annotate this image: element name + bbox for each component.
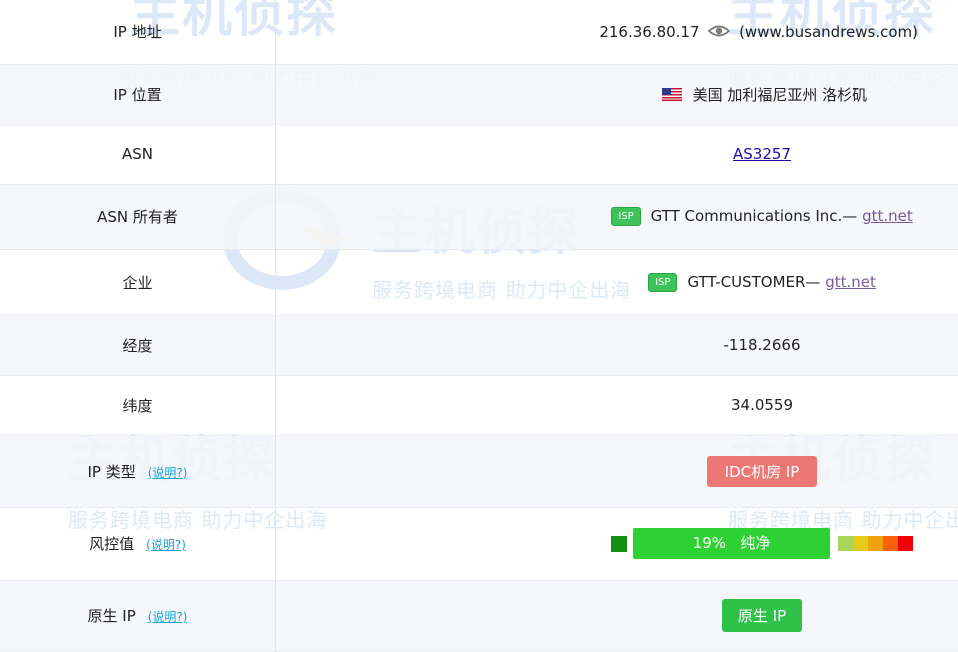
row-ip-address: IP 地址 216.36.80.17 (www.busandrews.com) [0,0,958,64]
risk-help-link[interactable]: (说明?) [146,538,186,552]
ip-address-label: IP 地址 [0,0,276,64]
ip-type-badge: IDC机房 IP [707,456,817,487]
row-risk-score: 风控值(说明?) 19% 纯净 [0,507,958,580]
enterprise-label: 企业 [0,249,276,315]
native-ip-help-link[interactable]: (说明?) [148,610,188,624]
risk-scale-segment [838,536,853,551]
asn-owner-label: ASN 所有者 [0,184,276,249]
risk-score-label: 风控值(说明?) [0,507,276,580]
ip-address-value-cell: 216.36.80.17 (www.busandrews.com) [276,0,958,64]
isp-badge: ISP [611,207,640,226]
row-ip-type: IP 类型(说明?) IDC机房 IP [0,435,958,507]
native-ip-badge: 原生 IP [722,599,802,632]
isp-badge: ISP [648,273,677,292]
asn-link[interactable]: AS3257 [733,145,791,163]
ip-info-table: IP 地址 216.36.80.17 (www.busandrews.com) … [0,0,958,652]
asn-owner-name: GTT Communications Inc.— [651,207,858,225]
enterprise-name: GTT-CUSTOMER— [687,273,820,291]
risk-score-value-cell: 19% 纯净 [276,507,958,580]
ip-location-value-cell: 美国 加利福尼亚州 洛杉矶 [276,64,958,124]
row-asn: ASN AS3257 [0,124,958,184]
ip-location-label: IP 位置 [0,64,276,124]
enterprise-domain-link[interactable]: gtt.net [825,273,876,291]
latitude-value-cell: 34.0559 [276,375,958,435]
risk-score-bar: 19% 纯净 [633,528,830,559]
row-native-ip: 原生 IP(说明?) 原生 IP [0,580,958,651]
enterprise-value-cell: ISP GTT-CUSTOMER— gtt.net [276,249,958,315]
native-ip-label: 原生 IP(说明?) [0,580,276,651]
row-ip-location: IP 位置 美国 加利福尼亚州 洛杉矶 [0,64,958,124]
longitude-value: -118.2666 [724,336,801,354]
eye-icon[interactable] [708,24,730,38]
row-latitude: 纬度 34.0559 [0,375,958,435]
latitude-value: 34.0559 [731,396,793,414]
risk-score-status: 纯净 [740,534,770,552]
longitude-label: 经度 [0,315,276,375]
longitude-value-cell: -118.2666 [276,315,958,375]
ip-hostname: (www.busandrews.com) [739,23,918,41]
ip-type-help-link[interactable]: (说明?) [148,466,188,480]
us-flag-icon [662,88,682,101]
risk-scale-segment [868,536,883,551]
risk-meter: 19% 纯净 [611,528,913,559]
asn-owner-value-cell: ISP GTT Communications Inc.— gtt.net [276,184,958,249]
risk-scale-segment [853,536,868,551]
asn-value-cell: AS3257 [276,124,958,184]
risk-score-percent: 19% [693,534,726,552]
asn-label: ASN [0,124,276,184]
risk-scale-segment [883,536,898,551]
latitude-label: 纬度 [0,375,276,435]
row-enterprise: 企业 ISP GTT-CUSTOMER— gtt.net [0,249,958,315]
asn-owner-domain-link[interactable]: gtt.net [862,207,913,225]
ip-address-value: 216.36.80.17 [599,23,699,41]
row-longitude: 经度 -118.2666 [0,315,958,375]
risk-scale-segment [898,536,913,551]
risk-scale [838,536,913,551]
native-ip-value-cell: 原生 IP [276,580,958,651]
ip-type-value-cell: IDC机房 IP [276,435,958,507]
ip-type-label: IP 类型(说明?) [0,435,276,507]
risk-low-marker [611,536,627,552]
row-asn-owner: ASN 所有者 ISP GTT Communications Inc.— gtt.… [0,184,958,249]
ip-location-value: 美国 加利福尼亚州 洛杉矶 [693,86,868,104]
